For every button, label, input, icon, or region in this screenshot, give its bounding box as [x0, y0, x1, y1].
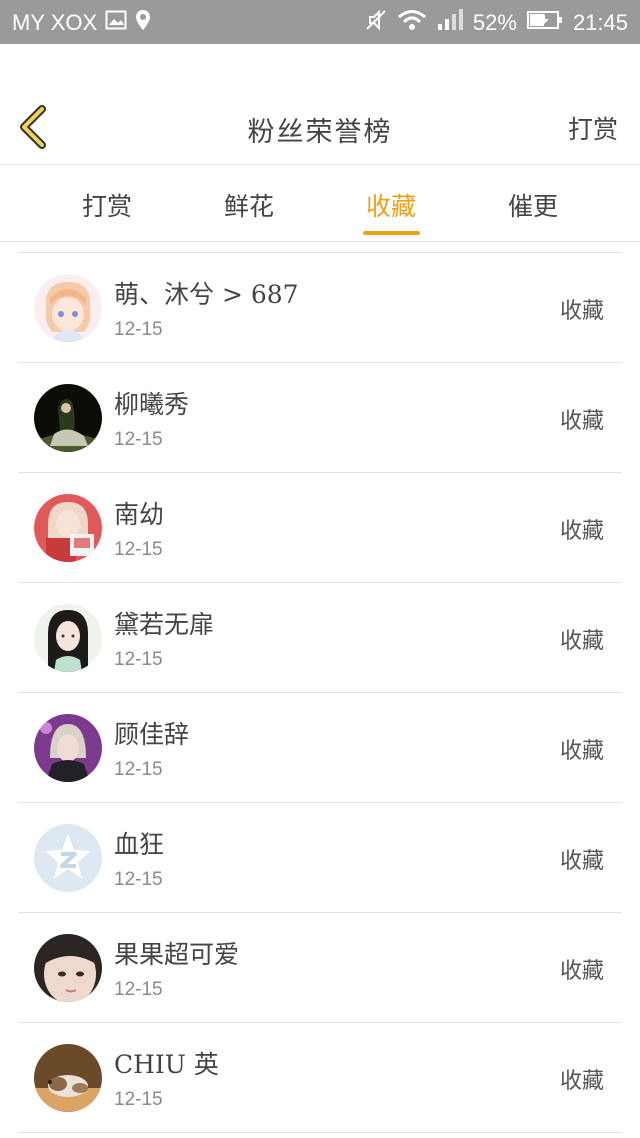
avatar — [34, 274, 102, 342]
tab-flowers[interactable]: 鲜花 — [189, 187, 309, 223]
fan-action-label: 收藏 — [559, 1069, 604, 1094]
fan-name: 萌、沐兮 > 687 — [114, 280, 299, 309]
list-item[interactable]: 血狂 12-15 收藏 — [18, 802, 622, 912]
fan-date: 12-15 — [114, 539, 163, 560]
fan-date: 12-15 — [114, 319, 163, 340]
avatar — [34, 494, 102, 562]
fan-name: 顾佳辞 — [114, 720, 190, 749]
page-title: 粉丝荣誉榜 — [247, 117, 393, 148]
list-item[interactable]: 南幼 12-15 收藏 — [18, 472, 622, 582]
fan-action-label: 收藏 — [559, 959, 604, 984]
avatar — [34, 1044, 102, 1112]
image-icon — [105, 10, 127, 36]
tab-favorites[interactable]: 收藏 — [331, 187, 451, 223]
fan-name: 南幼 — [114, 500, 165, 529]
list-item[interactable]: CHIU 英 12-15 收藏 — [18, 1022, 622, 1132]
tab-urge-update[interactable]: 催更 — [473, 187, 593, 223]
list-item[interactable]: 果果超可爱 12-15 收藏 — [18, 912, 622, 1022]
list-item[interactable]: 黛若无扉 12-15 收藏 — [18, 582, 622, 692]
wifi-icon — [397, 9, 427, 37]
fan-name: 血狂 — [114, 830, 165, 859]
fan-action-label: 收藏 — [559, 519, 604, 544]
carrier-label: MY XOX — [12, 10, 98, 35]
tab-bar: 打赏 鲜花 收藏 催更 — [0, 165, 640, 242]
fan-name: 黛若无扉 — [114, 610, 215, 639]
fan-action-label: 收藏 — [559, 409, 604, 434]
fan-date: 12-15 — [114, 1089, 163, 1110]
clock: 21:45 — [572, 10, 628, 35]
list-divider — [18, 1132, 622, 1133]
fan-date: 12-15 — [114, 869, 163, 890]
avatar — [34, 604, 102, 672]
fan-name: 果果超可爱 — [114, 940, 240, 969]
fan-date: 12-15 — [114, 649, 163, 670]
fan-name: 柳曦秀 — [114, 390, 190, 419]
tab-tip[interactable]: 打赏 — [47, 187, 167, 223]
mute-icon — [365, 9, 387, 37]
fan-date: 12-15 — [114, 429, 163, 450]
fan-action-label: 收藏 — [559, 849, 604, 874]
avatar — [34, 824, 102, 892]
avatar — [34, 934, 102, 1002]
header: 粉丝荣誉榜 打赏 — [0, 90, 640, 165]
signal-icon — [437, 9, 463, 37]
fan-list: 萌、沐兮 > 687 12-15 收藏 柳曦秀 12-15 收藏 南幼 12-1… — [18, 252, 622, 1133]
active-tab-indicator — [363, 231, 420, 235]
status-bar: MY XOX 52% 21:45 — [0, 0, 640, 44]
battery-percent: 52% — [472, 10, 517, 35]
tip-button[interactable]: 打赏 — [568, 110, 618, 146]
fan-date: 12-15 — [114, 759, 163, 780]
fan-action-label: 收藏 — [559, 739, 604, 764]
fan-action-label: 收藏 — [559, 299, 604, 324]
fan-action-label: 收藏 — [559, 629, 604, 654]
fan-date: 12-15 — [114, 979, 163, 1000]
avatar — [34, 384, 102, 452]
list-item[interactable]: 萌、沐兮 > 687 12-15 收藏 — [18, 252, 622, 362]
fan-name: CHIU 英 — [114, 1050, 219, 1079]
battery-icon — [526, 10, 563, 36]
location-icon — [135, 9, 151, 37]
list-item[interactable]: 柳曦秀 12-15 收藏 — [18, 362, 622, 472]
avatar — [34, 714, 102, 782]
list-item[interactable]: 顾佳辞 12-15 收藏 — [18, 692, 622, 802]
